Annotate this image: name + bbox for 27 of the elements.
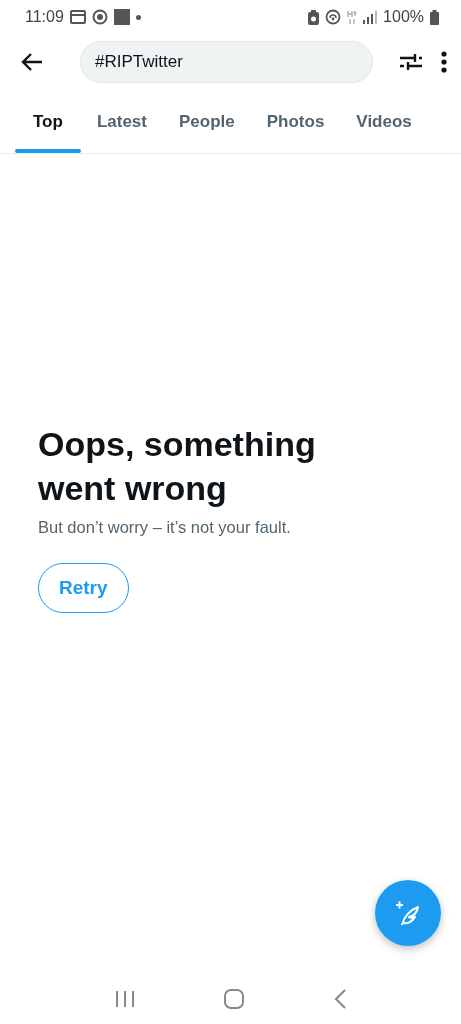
compose-button[interactable] — [375, 880, 441, 946]
hotspot-icon — [325, 9, 342, 25]
back-arrow-icon[interactable] — [20, 52, 44, 72]
tab[interactable]: Top — [15, 90, 81, 153]
data-icon — [347, 9, 358, 25]
calendar-icon — [69, 10, 86, 24]
battery-percentage: 100% — [383, 8, 424, 26]
dot-icon — [135, 14, 141, 20]
feather-plus-icon — [394, 899, 422, 927]
battery-icon — [430, 9, 439, 25]
error-message: But don’t worry – it’s not your fault. — [38, 518, 291, 537]
sliders-icon[interactable] — [399, 52, 423, 72]
back-icon[interactable] — [334, 989, 347, 1009]
search-field[interactable]: #RIPTwitter — [80, 41, 373, 83]
more-options-icon[interactable] — [441, 51, 447, 73]
tab[interactable]: Photos — [250, 90, 341, 153]
tab[interactable]: Latest — [80, 90, 163, 153]
alarm-icon — [308, 9, 320, 25]
circle-icon — [91, 9, 108, 25]
home-icon[interactable] — [224, 989, 245, 1009]
tab[interactable]: Videos — [340, 90, 428, 153]
recent-apps-icon[interactable] — [114, 990, 135, 1008]
signal-icon — [363, 10, 378, 24]
square-icon — [113, 9, 130, 25]
clock: 11:09 — [25, 8, 64, 26]
tab[interactable]: People — [163, 90, 251, 153]
error-title: Oops, something went wrong — [38, 424, 317, 509]
